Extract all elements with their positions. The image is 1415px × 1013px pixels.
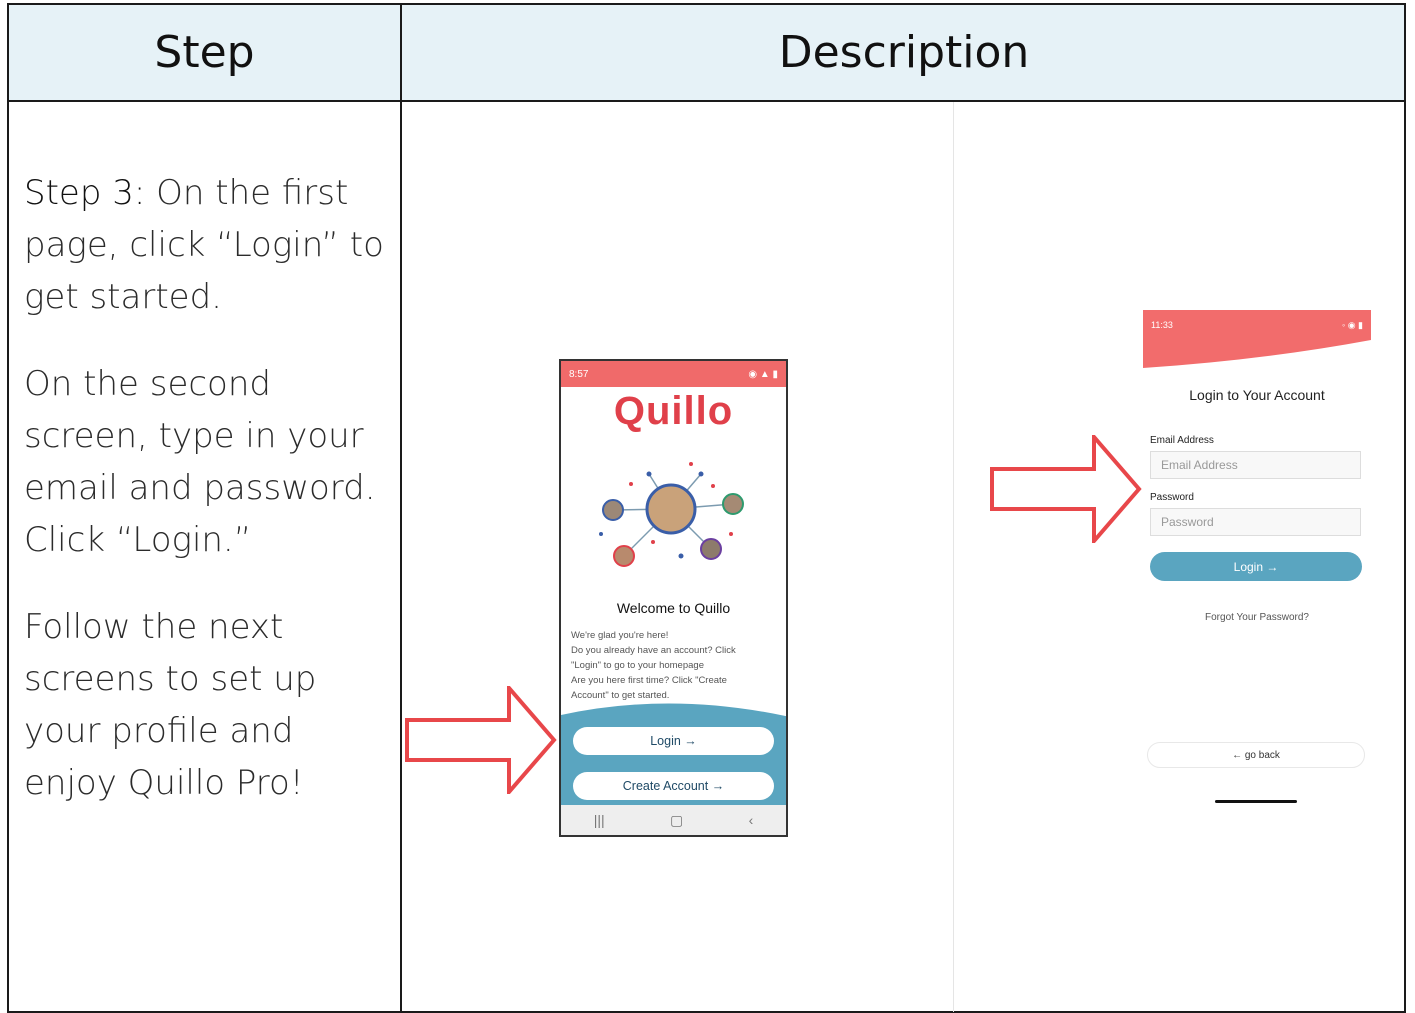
home-icon[interactable]: ▢ [670,812,683,829]
status-bar: 8:57 ◉ ▲ ▮ [561,361,786,387]
instruction-line-3: Follow the next screens to set up your p… [24,607,317,803]
welcome-title: Welcome to Quillo [616,600,731,616]
status-bar: 11:33 ◦ ◉ ▮ [1143,320,1371,331]
pointer-arrow-icon [990,435,1142,543]
back-icon[interactable]: ‹ [749,812,754,828]
description-divider [953,102,954,1012]
android-nav-bar: ||| ▢ ‹ [561,805,786,835]
welcome-line: Are you here first time? Click "Create [571,675,727,686]
password-field[interactable]: Password [1150,508,1361,536]
header-curve [1143,310,1371,368]
network-illustration [561,434,786,594]
step-instructions: Step 3: On the first page, click “Login”… [24,167,394,844]
welcome-body: We're glad you're here! Do you already h… [561,628,786,703]
password-label: Password [1150,492,1194,503]
login-title: Login to Your Account [1189,387,1325,403]
login-button[interactable]: Login → [1150,552,1362,581]
status-time: 8:57 [569,368,589,380]
welcome-line: "Login" to go to your homepage [571,660,704,671]
create-account-button[interactable]: Create Account → [573,772,774,800]
step-label: Step 3: [24,173,146,213]
welcome-line: We're glad you're here! [571,630,669,641]
email-label: Email Address [1150,435,1214,446]
login-button[interactable]: Login → [573,727,774,755]
header-step: Step [154,27,255,78]
welcome-line: Do you already have an account? Click [571,645,736,656]
email-field[interactable]: Email Address [1150,451,1361,479]
pointer-arrow-icon [405,686,557,794]
go-back-button[interactable]: ← go back [1147,742,1365,768]
forgot-password-link[interactable]: Forgot Your Password? [1143,612,1371,623]
recent-apps-icon[interactable]: ||| [594,812,605,828]
instruction-line-2: On the second screen, type in your email… [24,364,376,560]
welcome-screen-screenshot: 8:57 ◉ ▲ ▮ Quillo Welcome to Quillo We'r… [559,359,788,837]
table-header: Step Description [9,5,1404,102]
status-time: 11:33 [1151,320,1173,330]
status-icons: ◦ ◉ ▮ [1342,320,1363,330]
status-icons: ◉ ▲ ▮ [748,368,778,380]
quillo-logo: Quillo [613,389,734,433]
column-divider [400,5,402,1011]
login-screen-screenshot: 11:33 ◦ ◉ ▮ Login to Your Account Email … [1143,310,1371,810]
header-description: Description [778,27,1030,78]
home-indicator [1215,800,1297,803]
